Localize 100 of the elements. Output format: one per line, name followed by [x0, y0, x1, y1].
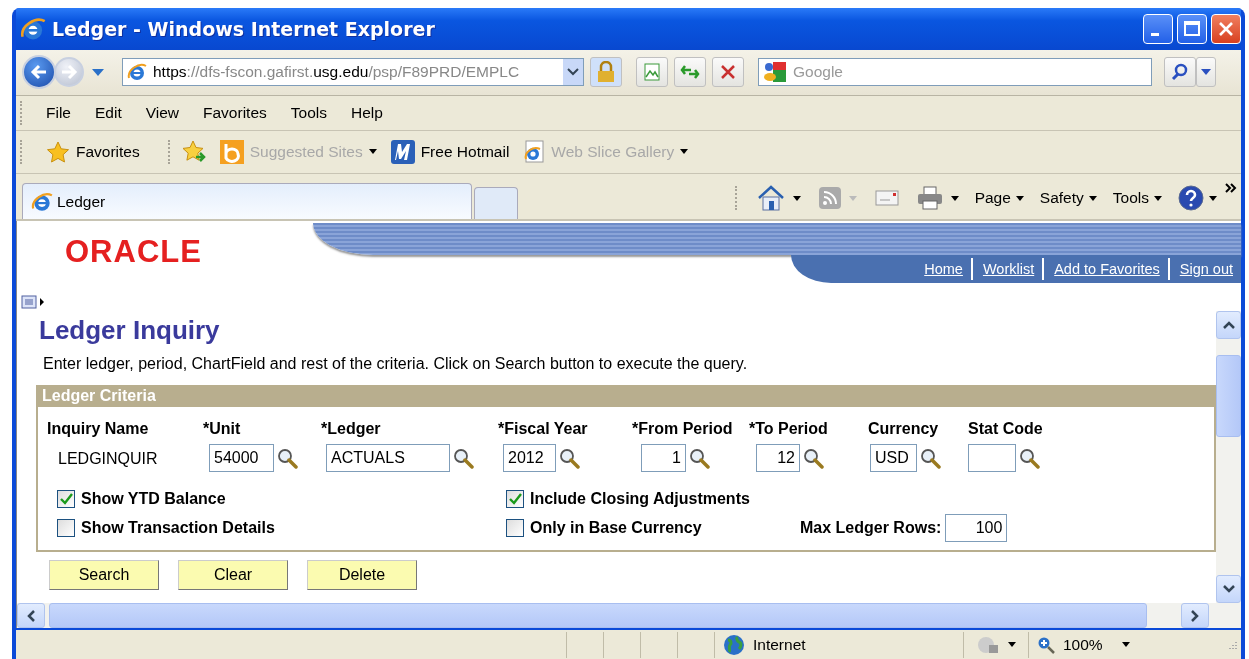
bing-icon — [219, 139, 244, 164]
favorites-button[interactable]: Favorites — [44, 138, 142, 165]
scroll-left-icon[interactable] — [26, 608, 36, 623]
action-button[interactable]: Clear — [178, 560, 288, 591]
field-label: Inquiry Name — [47, 420, 150, 439]
page-title: Ledger Inquiry — [39, 314, 221, 348]
option-label: Include Closing Adjustments — [530, 490, 750, 509]
input-field[interactable] — [968, 444, 1016, 473]
checkbox[interactable] — [506, 519, 524, 538]
maximize-button[interactable] — [1177, 13, 1207, 44]
checkbox-option[interactable]: Include Closing Adjustments — [506, 490, 800, 509]
field-label: *From Period — [632, 420, 734, 439]
search-box[interactable]: Google — [758, 58, 1152, 87]
field-label: *Fiscal Year — [498, 420, 589, 439]
input-field[interactable]: 12 — [756, 444, 800, 473]
compatibility-icon[interactable] — [636, 57, 668, 88]
minimize-button[interactable] — [1143, 13, 1173, 44]
caret-icon — [1201, 69, 1211, 76]
field-label: Currency — [868, 420, 940, 439]
menu-item[interactable]: Edit — [83, 100, 134, 127]
checkbox-option[interactable]: Show YTD Balance — [57, 490, 506, 509]
input-field[interactable]: USD — [870, 444, 917, 473]
search-icon[interactable] — [276, 447, 298, 470]
header-link[interactable]: Home — [914, 258, 971, 281]
browser-logo-icon — [20, 15, 46, 42]
chevron-icon[interactable] — [1225, 183, 1237, 194]
menu-item[interactable]: File — [34, 100, 83, 127]
horizontal-scrollbar[interactable] — [17, 603, 1241, 629]
browser-logo-icon — [31, 190, 53, 213]
checkbox[interactable] — [57, 490, 75, 509]
printer-icon[interactable] — [916, 186, 943, 211]
caret-icon — [680, 149, 689, 155]
back-button[interactable] — [22, 55, 56, 90]
input-field[interactable]: 54000 — [209, 444, 274, 473]
field-label: *Unit — [203, 420, 242, 439]
action-button[interactable]: Delete — [307, 560, 417, 591]
refresh-icon[interactable] — [674, 57, 706, 88]
search-button[interactable] — [1164, 57, 1196, 88]
menu-item[interactable]: Help — [338, 100, 395, 127]
maximize-icon — [1184, 20, 1200, 37]
address-dropdown[interactable] — [563, 59, 583, 86]
option-label: Show YTD Balance — [81, 490, 226, 509]
field-label: Stat Code — [968, 420, 1044, 439]
menu-toggle-icon[interactable] — [21, 295, 45, 310]
close-button[interactable] — [1211, 13, 1241, 44]
checkbox[interactable] — [57, 519, 75, 538]
search-icon[interactable] — [919, 447, 941, 470]
scroll-up-icon[interactable] — [1221, 320, 1236, 331]
checkbox[interactable] — [506, 490, 524, 509]
input-field[interactable]: 100 — [945, 514, 1008, 543]
history-dropdown[interactable] — [90, 69, 106, 76]
caret-icon — [1088, 195, 1097, 201]
field-value: LEDGINQUIR — [58, 450, 159, 469]
menu-item[interactable]: View — [133, 100, 192, 127]
caret-icon — [1209, 195, 1217, 201]
scroll-down-icon[interactable] — [1221, 584, 1236, 595]
browser-logo-icon — [127, 62, 147, 83]
header-link[interactable]: Sign out — [1167, 258, 1241, 281]
zoom-button[interactable]: 100% — [1028, 631, 1108, 658]
action-button[interactable]: Search — [49, 560, 159, 591]
checkbox-option[interactable]: Show Transaction Details — [57, 514, 506, 543]
input-field[interactable]: 1 — [641, 444, 686, 473]
caret-icon — [792, 195, 801, 201]
home-icon[interactable] — [756, 185, 785, 212]
web-slice-icon — [523, 139, 546, 164]
search-provider-icon — [763, 61, 787, 84]
add-favorite-icon[interactable] — [181, 139, 208, 164]
search-icon[interactable] — [558, 447, 580, 470]
panel-header: Ledger Criteria — [38, 385, 1214, 408]
search-icon[interactable] — [1018, 447, 1040, 470]
mail-icon[interactable] — [874, 190, 899, 207]
header-link[interactable]: Worklist — [970, 258, 1043, 281]
header-link[interactable]: Add to Favorites — [1042, 258, 1168, 281]
caret-icon — [92, 69, 104, 76]
scroll-right-icon[interactable] — [1190, 608, 1200, 623]
lock-icon[interactable] — [590, 57, 622, 88]
zoom-icon — [1037, 635, 1055, 654]
address-field[interactable]: https://dfs-fscon.gafirst.usg.edu/psp/F89PRD/EMPLC — [122, 58, 584, 87]
chevron-down-icon — [567, 68, 579, 77]
command-menu[interactable]: Safety — [1039, 189, 1097, 208]
command-menu[interactable]: Page — [974, 189, 1024, 208]
checkbox-option[interactable]: Only in Base Currency — [506, 514, 800, 543]
menu-item[interactable]: Tools — [278, 100, 339, 127]
browser-tab[interactable]: Ledger — [22, 183, 472, 220]
window-title: Ledger - Windows Internet Explorer — [52, 17, 435, 40]
caret-icon — [950, 195, 959, 201]
command-menu[interactable]: Tools — [1112, 189, 1162, 208]
input-field[interactable]: ACTUALS — [326, 444, 450, 473]
stop-icon[interactable] — [712, 57, 744, 88]
search-icon[interactable] — [452, 447, 474, 470]
search-icon[interactable] — [688, 447, 710, 470]
menu-item[interactable]: Favorites — [191, 100, 279, 127]
favorites-bar-item[interactable]: Free Hotmail — [388, 137, 512, 166]
help-button[interactable] — [1178, 185, 1217, 212]
search-options-dropdown[interactable] — [1196, 57, 1216, 88]
vertical-scrollbar[interactable] — [1216, 311, 1241, 604]
instructions-text: Enter ledger, period, ChartField and rest of the criteria. Click on Search button to execute the query. — [43, 354, 749, 375]
search-icon[interactable] — [802, 447, 824, 470]
input-field[interactable]: 2012 — [503, 444, 556, 473]
field-label: *Ledger — [321, 420, 382, 439]
